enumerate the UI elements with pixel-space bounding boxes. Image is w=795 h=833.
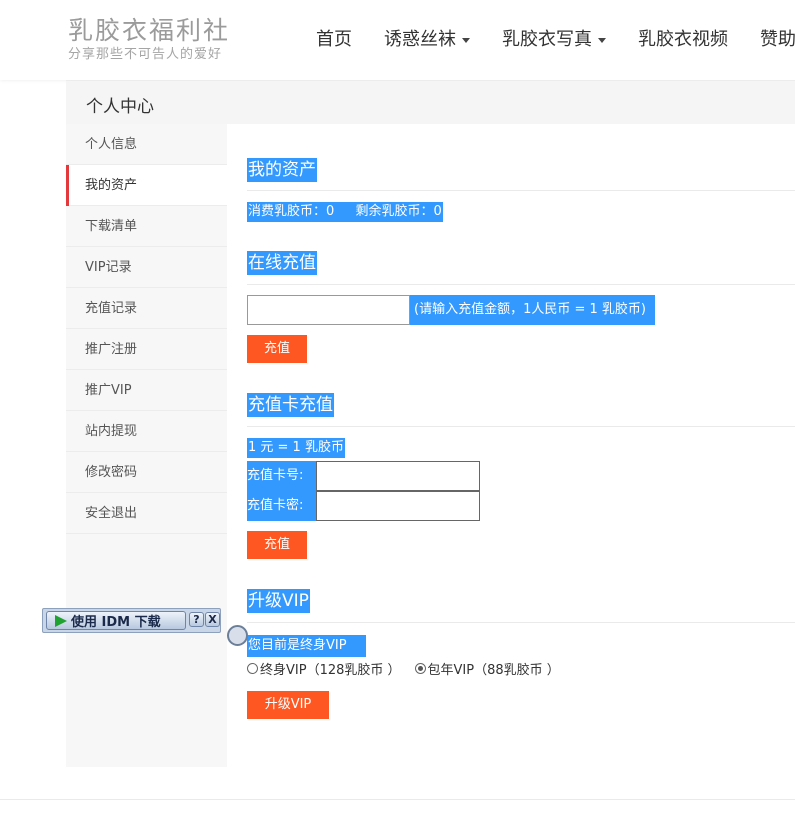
card-recharge-title: 充值卡充值 (247, 393, 334, 417)
vip-yearly-label[interactable]: 包年VIP（88乳胶币 ） (428, 659, 560, 678)
chevron-down-icon (462, 37, 470, 43)
sidebar-item-label: 我的资产 (85, 178, 138, 193)
footer-divider (0, 799, 795, 800)
card-password-label: 充值卡密: (247, 491, 317, 521)
chevron-down-icon (598, 37, 606, 43)
card-rate-text: 1 元 = 1 乳胶币 (247, 438, 345, 458)
vip-options: 终身VIP（128乳胶币 ） 包年VIP（88乳胶币 ） (247, 659, 574, 678)
vip-lifetime-radio[interactable] (247, 663, 258, 674)
nav-stockings[interactable]: 诱惑丝袜 (384, 0, 470, 80)
help-icon[interactable]: ? (189, 612, 204, 627)
divider (247, 426, 795, 427)
sidebar-item-label: 安全退出 (85, 506, 138, 521)
close-icon[interactable]: X (205, 612, 220, 627)
site-subtitle: 分享那些不可告人的爱好 (68, 47, 223, 62)
idm-download-label: 使用 IDM 下载 (71, 615, 161, 630)
upgrade-vip-title: 升级VIP (247, 589, 310, 613)
online-recharge-title: 在线充值 (247, 251, 317, 275)
sidebar-item-promo-vip[interactable]: 推广VIP (66, 370, 227, 411)
play-icon (55, 614, 67, 627)
sidebar-item-label: 推广注册 (85, 342, 138, 357)
sidebar-item-label: VIP记录 (85, 260, 132, 275)
sidebar-item-label: 下载清单 (85, 219, 138, 234)
vip-lifetime-label[interactable]: 终身VIP（128乳胶币 ） (260, 659, 401, 678)
nav-latex-videos-label: 乳胶衣视频 (638, 29, 728, 50)
nav-latex-videos[interactable]: 乳胶衣视频 (638, 0, 728, 80)
idm-download-button[interactable]: 使用 IDM 下载 (46, 611, 186, 630)
vip-status-text: 您目前是终身VIP (247, 635, 366, 657)
divider (247, 622, 795, 623)
main-nav: 首页 诱惑丝袜 乳胶衣写真 乳胶衣视频 赞助会 (300, 0, 795, 80)
sidebar-item-change-password[interactable]: 修改密码 (66, 452, 227, 493)
nav-sponsor-label: 赞助会 (760, 29, 795, 50)
card-number-label: 充值卡号: (247, 461, 317, 491)
assets-summary: 消费乳胶币：0 剩余乳胶币：0 (247, 202, 443, 222)
sidebar-item-label: 充值记录 (85, 301, 138, 316)
recharge-amount-input[interactable] (247, 295, 410, 325)
sidebar-item-logout[interactable]: 安全退出 (66, 493, 227, 534)
nav-home[interactable]: 首页 (316, 0, 352, 80)
site-title: 乳胶衣福利社 (68, 16, 231, 45)
cursor-indicator-icon (227, 625, 248, 646)
online-recharge-button[interactable]: 充值 (247, 335, 307, 363)
sidebar-item-label: 个人信息 (85, 137, 138, 152)
sidebar-item-profile[interactable]: 个人信息 (66, 124, 227, 165)
sidebar-item-my-assets[interactable]: 我的资产 (66, 165, 227, 206)
nav-stockings-label: 诱惑丝袜 (384, 29, 456, 50)
assets-title: 我的资产 (247, 158, 317, 182)
main-content: 我的资产 消费乳胶币：0 剩余乳胶币：0 在线充值 (请输入充值金额，1人民币 … (227, 124, 795, 767)
sidebar-item-label: 修改密码 (85, 465, 138, 480)
sidebar-item-label: 推广VIP (85, 383, 132, 398)
page-title: 个人中心 (86, 97, 154, 117)
user-center-sidebar: 个人信息 我的资产 下载清单 VIP记录 充值记录 推广注册 推广VIP 站内提… (66, 124, 227, 767)
divider (247, 284, 795, 285)
vip-yearly-radio[interactable] (414, 663, 426, 674)
card-password-input[interactable] (316, 491, 480, 521)
sidebar-item-downloads[interactable]: 下载清单 (66, 206, 227, 247)
sidebar-item-recharge-records[interactable]: 充值记录 (66, 288, 227, 329)
sidebar-item-vip-records[interactable]: VIP记录 (66, 247, 227, 288)
sidebar-item-label: 站内提现 (85, 424, 138, 439)
divider (247, 190, 795, 191)
card-number-input[interactable] (316, 461, 480, 491)
site-header: 乳胶衣福利社 分享那些不可告人的爱好 首页 诱惑丝袜 乳胶衣写真 乳胶衣视频 赞… (0, 0, 795, 80)
site-logo[interactable]: 乳胶衣福利社 分享那些不可告人的爱好 (68, 16, 248, 63)
upgrade-vip-button[interactable]: 升级VIP (247, 691, 329, 719)
nav-sponsor[interactable]: 赞助会 (760, 0, 795, 80)
idm-download-bar: 使用 IDM 下载 ? X (42, 608, 221, 633)
nav-latex-photos[interactable]: 乳胶衣写真 (502, 0, 606, 80)
nav-latex-photos-label: 乳胶衣写真 (502, 29, 592, 50)
card-recharge-button[interactable]: 充值 (247, 531, 307, 559)
sidebar-item-withdraw[interactable]: 站内提现 (66, 411, 227, 452)
page-heading-bar: 个人中心 (66, 80, 795, 124)
sidebar-item-promo-register[interactable]: 推广注册 (66, 329, 227, 370)
nav-home-label: 首页 (316, 29, 352, 50)
recharge-amount-hint: (请输入充值金额，1人民币 = 1 乳胶币) (410, 295, 655, 325)
